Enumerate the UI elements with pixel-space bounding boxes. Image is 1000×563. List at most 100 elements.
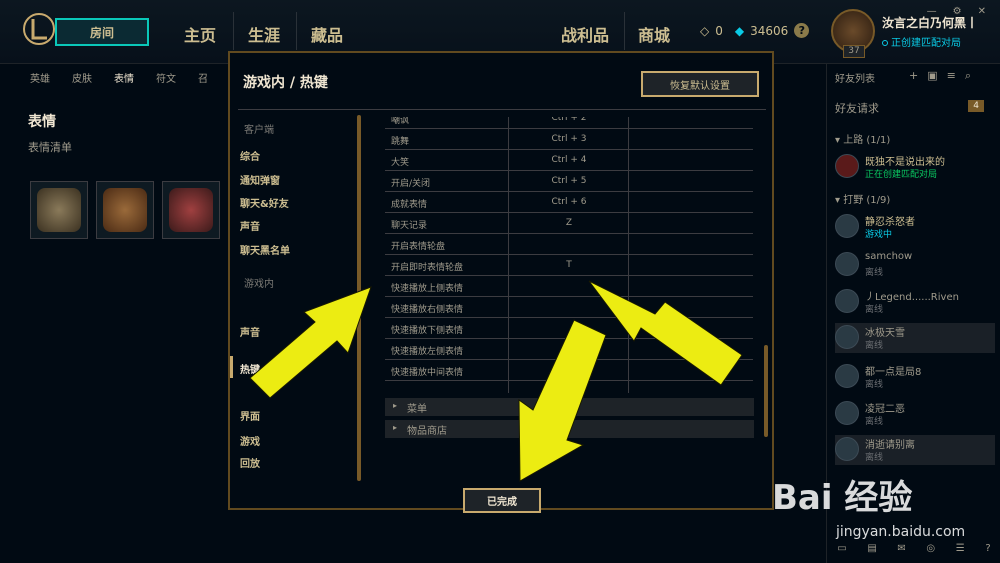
nav-home[interactable]: 主页 <box>184 22 216 46</box>
section-label: 物品商店 <box>407 426 447 437</box>
friend-item[interactable]: 既独不是说出来的 正在创建匹配对局 <box>835 152 995 182</box>
gear-icon[interactable]: ⚙ <box>953 6 962 17</box>
nav-item-notifications[interactable]: 通知弹窗 <box>240 172 280 187</box>
nav-item-interface[interactable]: 界面 <box>240 408 260 423</box>
nav-loot[interactable]: 战利品 <box>561 22 609 46</box>
league-logo-icon[interactable] <box>22 12 56 46</box>
nav-store[interactable]: 商城 <box>638 22 670 46</box>
hotkey-action-label: 开启即时表情轮盘 <box>391 263 464 273</box>
table-scrollbar[interactable] <box>764 345 768 437</box>
subtab-skins[interactable]: 皮肤 <box>72 70 92 85</box>
hotkey-action-label: 快速播放中间表情 <box>391 368 464 378</box>
hotkey-key-cell[interactable]: Ctrl + 2 <box>509 117 629 123</box>
hotkey-key-cell[interactable]: Ctrl + 3 <box>509 134 629 144</box>
nav-profile[interactable]: 生涯 <box>248 22 280 46</box>
friend-name: 消逝请别离 <box>865 440 915 451</box>
restore-defaults-button[interactable]: 恢复默认设置 <box>641 71 759 97</box>
hotkey-key-cell[interactable]: T <box>509 260 629 270</box>
hotkey-row[interactable]: 快速播放中间表情 <box>385 360 753 381</box>
nav-item-game[interactable]: 游戏 <box>240 433 260 448</box>
friend-item[interactable]: 都一点是局8 离线 <box>835 362 995 392</box>
nav-scrollbar[interactable] <box>357 115 361 481</box>
friend-item[interactable]: 消逝请别离 离线 <box>835 435 995 465</box>
subtab-summoner[interactable]: 召 <box>198 70 208 85</box>
nav-collection[interactable]: 藏品 <box>311 22 343 46</box>
section-item-shop[interactable]: ▸ 物品商店 <box>385 420 754 438</box>
group-header[interactable]: ▾ 上路 (1/1) <box>835 131 890 146</box>
watermark: Bai 经验 jingyan.baidu.com <box>768 462 994 562</box>
friend-status: 离线 <box>865 341 884 351</box>
subtab-emotes[interactable]: 表情 <box>114 70 134 85</box>
hotkey-row[interactable]: 快速播放右侧表情 <box>385 297 753 318</box>
sort-icon[interactable]: ≡ <box>947 69 956 83</box>
hotkey-row[interactable]: 成就表情 Ctrl + 6 <box>385 192 753 213</box>
help-icon[interactable]: ? <box>794 23 810 38</box>
watermark-url: jingyan.baidu.com <box>836 524 966 540</box>
friend-avatar <box>835 154 859 178</box>
friend-name: samchow <box>865 251 913 262</box>
expand-arrow-icon: ▸ <box>393 423 398 432</box>
play-button[interactable]: 房间 <box>55 18 149 46</box>
search-icon[interactable]: ⌕ <box>965 69 971 83</box>
friend-status: 离线 <box>865 417 884 427</box>
rp-amount: 0 <box>715 23 723 38</box>
subtab-champions[interactable]: 英雄 <box>30 70 50 85</box>
friend-item[interactable]: samchow 离线 <box>835 250 995 280</box>
friend-requests[interactable]: 好友请求 <box>835 100 879 116</box>
hotkey-key-cell[interactable]: Ctrl + 4 <box>509 155 629 165</box>
hotkey-action-label: 大笑 <box>391 158 410 168</box>
hotkey-action-label: 嘲讽 <box>391 117 410 126</box>
hotkey-key-cell[interactable]: Ctrl + 6 <box>509 197 629 207</box>
emote-tile[interactable] <box>30 181 88 239</box>
section-menu[interactable]: ▸ 菜单 <box>385 398 754 416</box>
page-title: 表情 <box>28 114 56 130</box>
section-label: 菜单 <box>407 404 427 415</box>
settings-nav: 客户端 综合 通知弹窗 聊天&好友 声音 聊天黑名单 游戏内 热键 声音 界面 … <box>230 115 361 485</box>
hotkey-row[interactable]: 快速播放下侧表情 <box>385 318 753 339</box>
hotkey-row[interactable]: 跳舞 Ctrl + 3 <box>385 129 753 150</box>
group-header[interactable]: ▾ 打野 (1/9) <box>835 191 890 206</box>
minimize-icon[interactable]: — <box>927 6 937 17</box>
done-button[interactable]: 已完成 <box>463 488 541 513</box>
hotkey-row[interactable]: 开启/关闭 Ctrl + 5 <box>385 171 753 192</box>
emote-tile[interactable] <box>96 181 154 239</box>
close-icon[interactable]: ✕ <box>978 6 986 17</box>
subtab-runes[interactable]: 符文 <box>156 70 176 85</box>
hotkey-key-cell[interactable]: Z <box>509 218 629 228</box>
add-friend-icon[interactable]: + <box>909 69 918 83</box>
hotkey-row[interactable]: 开启即时表情轮盘 T <box>385 255 753 276</box>
friend-avatar <box>835 252 859 276</box>
settings-modal: 游戏内 / 热键 恢复默认设置 客户端 综合 通知弹窗 聊天&好友 声音 聊天黑… <box>228 51 774 513</box>
friend-item[interactable]: 凌冠二恶 离线 <box>835 399 995 429</box>
hotkey-row[interactable]: 快速播放左侧表情 <box>385 339 753 360</box>
hotkey-action-label: 快速播放右侧表情 <box>391 305 464 315</box>
friend-item[interactable]: 冰极天雪 离线 <box>835 323 995 353</box>
nav-item-chat-friends[interactable]: 聊天&好友 <box>240 195 289 210</box>
nav-item-ingame-sound[interactable]: 声音 <box>240 324 260 339</box>
hotkey-row[interactable]: 聊天记录 Z <box>385 213 753 234</box>
nav-item-replay[interactable]: 回放 <box>240 455 260 470</box>
nav-item-client-sound[interactable]: 声音 <box>240 218 260 233</box>
nav-item-hotkeys[interactable]: 热键 <box>240 361 260 376</box>
friend-name: 既独不是说出来的 <box>865 157 945 168</box>
friend-item[interactable]: 丿Legend......Riven 离线 <box>835 287 995 317</box>
hotkey-key-cell[interactable]: Ctrl + 5 <box>509 176 629 186</box>
level-badge: 37 <box>843 45 865 58</box>
folder-icon[interactable]: ▣ <box>927 69 937 83</box>
rp-icon: ◇ <box>700 23 710 38</box>
nav-item-general[interactable]: 综合 <box>240 148 260 163</box>
friend-name: 凌冠二恶 <box>865 404 905 415</box>
hotkey-row[interactable]: 开启表情轮盘 <box>385 234 753 255</box>
friend-status: 离线 <box>865 380 884 390</box>
hotkey-row[interactable]: 嘲讽 Ctrl + 2 <box>385 117 753 129</box>
friend-item[interactable]: 静忍杀怒者 游戏中 <box>835 212 995 242</box>
nav-item-chat-blocklist[interactable]: 聊天黑名单 <box>240 242 290 257</box>
friend-avatar <box>835 214 859 238</box>
nav-section-client: 客户端 <box>244 125 274 136</box>
hotkey-action-label: 快速播放上侧表情 <box>391 284 464 294</box>
emote-tile[interactable] <box>162 181 220 239</box>
page-subtitle: 表情清单 <box>28 141 72 154</box>
friend-avatar <box>835 289 859 313</box>
hotkey-row[interactable]: 大笑 Ctrl + 4 <box>385 150 753 171</box>
hotkey-row[interactable]: 快速播放上侧表情 <box>385 276 753 297</box>
